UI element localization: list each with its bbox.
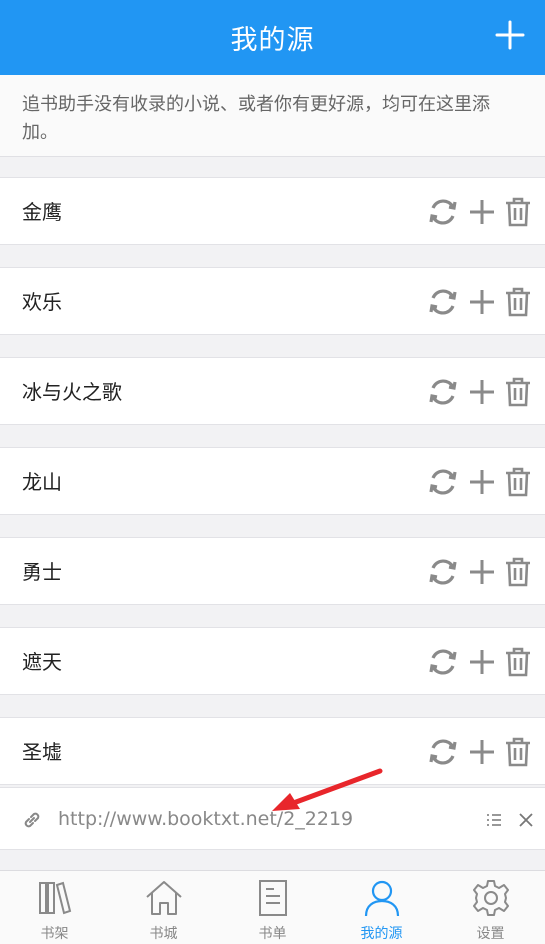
home-icon <box>145 881 182 915</box>
gear-icon <box>472 880 509 916</box>
tab-label: 书城 <box>149 926 178 942</box>
trash-icon[interactable] <box>501 375 535 409</box>
tab-bookshelf[interactable]: 书架 <box>0 871 109 944</box>
source-row: 欢乐 <box>0 267 545 335</box>
source-name: 龙山 <box>22 470 62 494</box>
add-icon[interactable] <box>465 555 499 589</box>
source-name: 冰与火之歌 <box>22 380 122 404</box>
refresh-icon[interactable] <box>426 285 460 319</box>
bookshelf-icon <box>38 881 71 915</box>
refresh-icon[interactable] <box>426 735 460 769</box>
source-name: 圣墟 <box>22 740 62 764</box>
url-bar[interactable]: http://www.booktxt.net/2_2219 <box>0 787 545 850</box>
trash-icon[interactable] <box>501 195 535 229</box>
source-row: 遮天 <box>0 627 545 695</box>
source-row: 冰与火之歌 <box>0 357 545 425</box>
add-icon[interactable] <box>465 195 499 229</box>
link-icon <box>24 812 40 828</box>
tab-label: 设置 <box>476 926 505 942</box>
trash-icon[interactable] <box>501 555 535 589</box>
add-icon[interactable] <box>465 645 499 679</box>
tab-label: 书单 <box>258 926 287 942</box>
page-title: 我的源 <box>230 25 315 56</box>
bottom-tab-bar: 书架 书城 书单 我的源 设置 <box>0 870 545 944</box>
info-notice: 追书助手没有收录的小说、或者你有更好源，均可在这里添加。 <box>0 75 545 157</box>
tab-label: 我的源 <box>360 926 403 942</box>
source-row: 金鹰 <box>0 177 545 245</box>
tab-booklist[interactable]: 书单 <box>218 871 327 944</box>
trash-icon[interactable] <box>501 465 535 499</box>
url-text[interactable]: http://www.booktxt.net/2_2219 <box>58 788 353 851</box>
app-header: 我的源 <box>0 0 545 75</box>
refresh-icon[interactable] <box>426 555 460 589</box>
tab-my-sources[interactable]: 我的源 <box>327 871 436 944</box>
user-icon <box>364 880 399 917</box>
refresh-icon[interactable] <box>426 465 460 499</box>
source-row: 龙山 <box>0 447 545 515</box>
list-icon[interactable] <box>484 810 504 830</box>
trash-icon[interactable] <box>501 285 535 319</box>
tab-settings[interactable]: 设置 <box>436 871 545 944</box>
tab-label: 书架 <box>40 926 69 942</box>
add-source-icon[interactable] <box>493 18 527 52</box>
source-name: 欢乐 <box>22 290 62 314</box>
refresh-icon[interactable] <box>426 195 460 229</box>
close-icon[interactable] <box>516 810 536 830</box>
document-icon <box>258 880 287 916</box>
add-icon[interactable] <box>465 465 499 499</box>
add-icon[interactable] <box>465 375 499 409</box>
source-name: 遮天 <box>22 650 62 674</box>
source-row: 勇士 <box>0 537 545 605</box>
refresh-icon[interactable] <box>426 375 460 409</box>
add-icon[interactable] <box>465 285 499 319</box>
source-row: 圣墟 <box>0 717 545 785</box>
refresh-icon[interactable] <box>426 645 460 679</box>
tab-bookstore[interactable]: 书城 <box>109 871 218 944</box>
trash-icon[interactable] <box>501 735 535 769</box>
source-name: 勇士 <box>22 560 62 584</box>
trash-icon[interactable] <box>501 645 535 679</box>
add-icon[interactable] <box>465 735 499 769</box>
source-name: 金鹰 <box>22 200 62 224</box>
